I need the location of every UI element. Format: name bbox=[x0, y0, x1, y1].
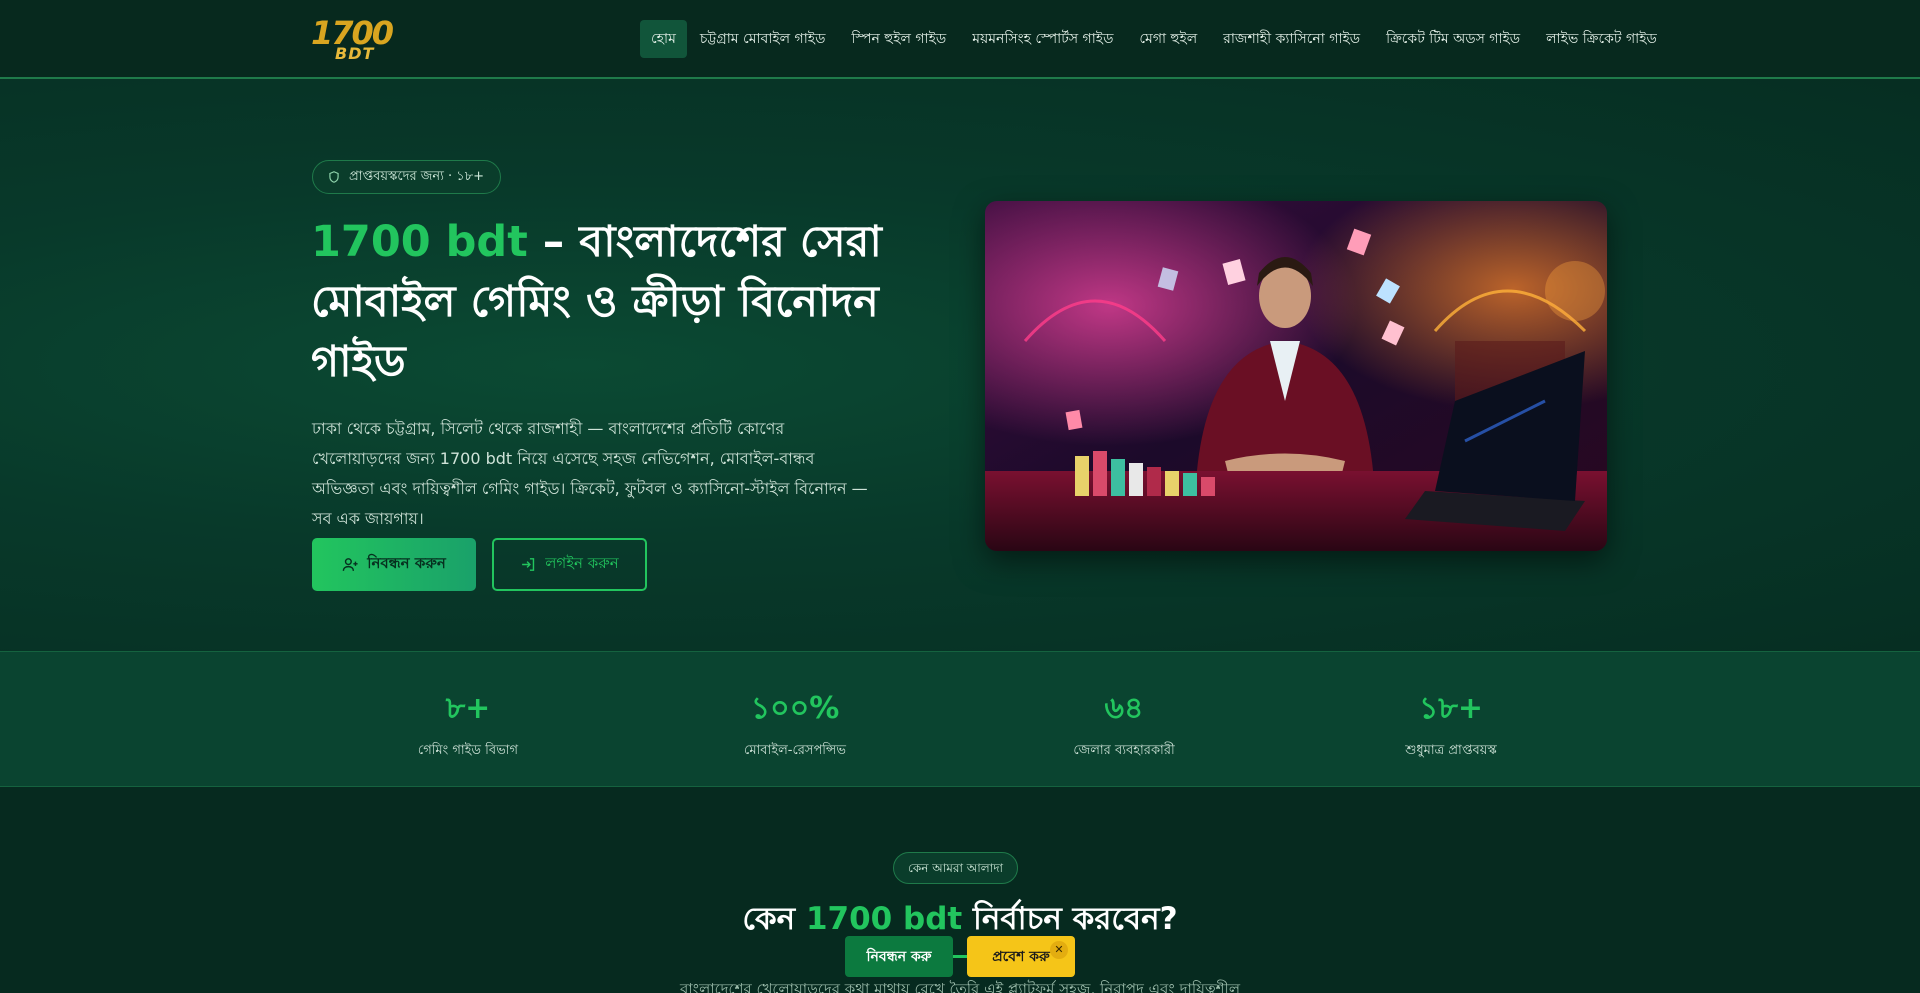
top-navbar: 1700 BDT হোম চট্টগ্রাম মোবাইল গাইড স্পিন… bbox=[0, 0, 1920, 79]
nav-item-mega-wheel[interactable]: মেগা হুইল bbox=[1126, 20, 1210, 58]
register-button-label: নিবন্ধন করুন bbox=[367, 554, 446, 572]
nav-item-rajshahi-casino-guide[interactable]: রাজশাহী ক্যাসিনো গাইড bbox=[1210, 20, 1373, 58]
stat-value: ৬৪ bbox=[1104, 691, 1144, 726]
nav-item-mymensingh-sports-guide[interactable]: ময়মনসিংহ স্পোর্টস গাইড bbox=[959, 20, 1126, 58]
why-title-accent: 1700 bdt bbox=[805, 901, 963, 937]
nav-item-chittagong-mobile-guide[interactable]: চট্টগ্রাম মোবাইল গাইড bbox=[687, 20, 839, 58]
add-user-icon bbox=[342, 558, 358, 571]
nav-item-live-cricket-guide[interactable]: লাইভ ক্রিকেট গাইড bbox=[1533, 20, 1670, 58]
login-button-label: লগইন করুন bbox=[545, 554, 619, 572]
hero-casino-image bbox=[985, 201, 1607, 551]
stat-guide-categories: ৮+ গেমিং গাইড বিভাগ bbox=[368, 684, 568, 762]
stat-label: জেলার ব্যবহারকারী bbox=[1073, 743, 1175, 758]
hero-description: ঢাকা থেকে চট্টগ্রাম, সিলেট থেকে রাজশাহী … bbox=[312, 419, 868, 528]
sticky-register-button[interactable]: নিবন্ধন করু bbox=[845, 936, 953, 977]
stat-label: মোবাইল-রেসপন্সিভ bbox=[744, 743, 846, 758]
login-button[interactable]: লগইন করুন bbox=[492, 538, 647, 591]
main-menu: হোম চট্টগ্রাম মোবাইল গাইড স্পিন হুইল গাই… bbox=[640, 20, 1670, 58]
shield-icon bbox=[329, 171, 339, 183]
nav-item-home[interactable]: হোম bbox=[640, 20, 687, 58]
why-title-pre: কেন bbox=[742, 901, 806, 937]
logo-text: BDT bbox=[335, 44, 375, 63]
sticky-divider bbox=[953, 955, 967, 958]
age-badge: প্রাপ্তবয়স্কদের জন্য · ১৮+ bbox=[312, 160, 502, 194]
casino-player-illustration bbox=[985, 201, 1607, 551]
register-button[interactable]: নিবন্ধন করুন bbox=[312, 538, 476, 591]
why-section-badge: কেন আমরা আলাদা bbox=[893, 852, 1018, 884]
stat-value: ৮+ bbox=[445, 691, 491, 726]
stat-district-users: ৬৪ জেলার ব্যবহারকারী bbox=[1024, 684, 1224, 762]
nav-item-spin-wheel-guide[interactable]: স্পিন হুইল গাইড bbox=[838, 20, 959, 58]
age-badge-label: প্রাপ্তবয়স্কদের জন্য · ১৮+ bbox=[349, 168, 485, 184]
stat-label: শুধুমাত্র প্রাপ্তবয়স্ক bbox=[1405, 743, 1497, 758]
stat-value: ১৮+ bbox=[1418, 691, 1484, 726]
why-section-subtitle: বাংলাদেশের খেলোয়াড়দের কথা মাথায় রেখে … bbox=[679, 980, 1241, 993]
site-logo[interactable]: 1700 BDT bbox=[311, 14, 415, 63]
stat-adults-only: ১৮+ শুধুমাত্র প্রাপ্তবয়স্ক bbox=[1351, 684, 1551, 762]
stats-bar: ৮+ গেমিং গাইড বিভাগ ১০০% মোবাইল-রেসপন্সি… bbox=[0, 651, 1920, 787]
stat-mobile-responsive: ১০০% মোবাইল-রেসপন্সিভ bbox=[695, 684, 895, 762]
login-icon bbox=[522, 558, 535, 571]
hero-title: 1700 bdt – বাংলাদেশের সেরা মোবাইল গেমিং … bbox=[311, 212, 911, 392]
stat-label: গেমিং গাইড বিভাগ bbox=[417, 743, 519, 758]
why-section-title: কেন 1700 bdt নির্বাচন করবেন? bbox=[0, 895, 1920, 947]
nav-item-cricket-team-odds-guide[interactable]: ক্রিকেট টিম অডস গাইড bbox=[1373, 20, 1533, 58]
close-icon[interactable]: ✕ bbox=[1050, 941, 1068, 959]
why-title-post: নির্বাচন করবেন? bbox=[962, 901, 1178, 937]
hero-title-accent: 1700 bdt bbox=[311, 217, 528, 267]
hero-section bbox=[0, 79, 1920, 651]
stat-value: ১০০% bbox=[750, 691, 840, 726]
